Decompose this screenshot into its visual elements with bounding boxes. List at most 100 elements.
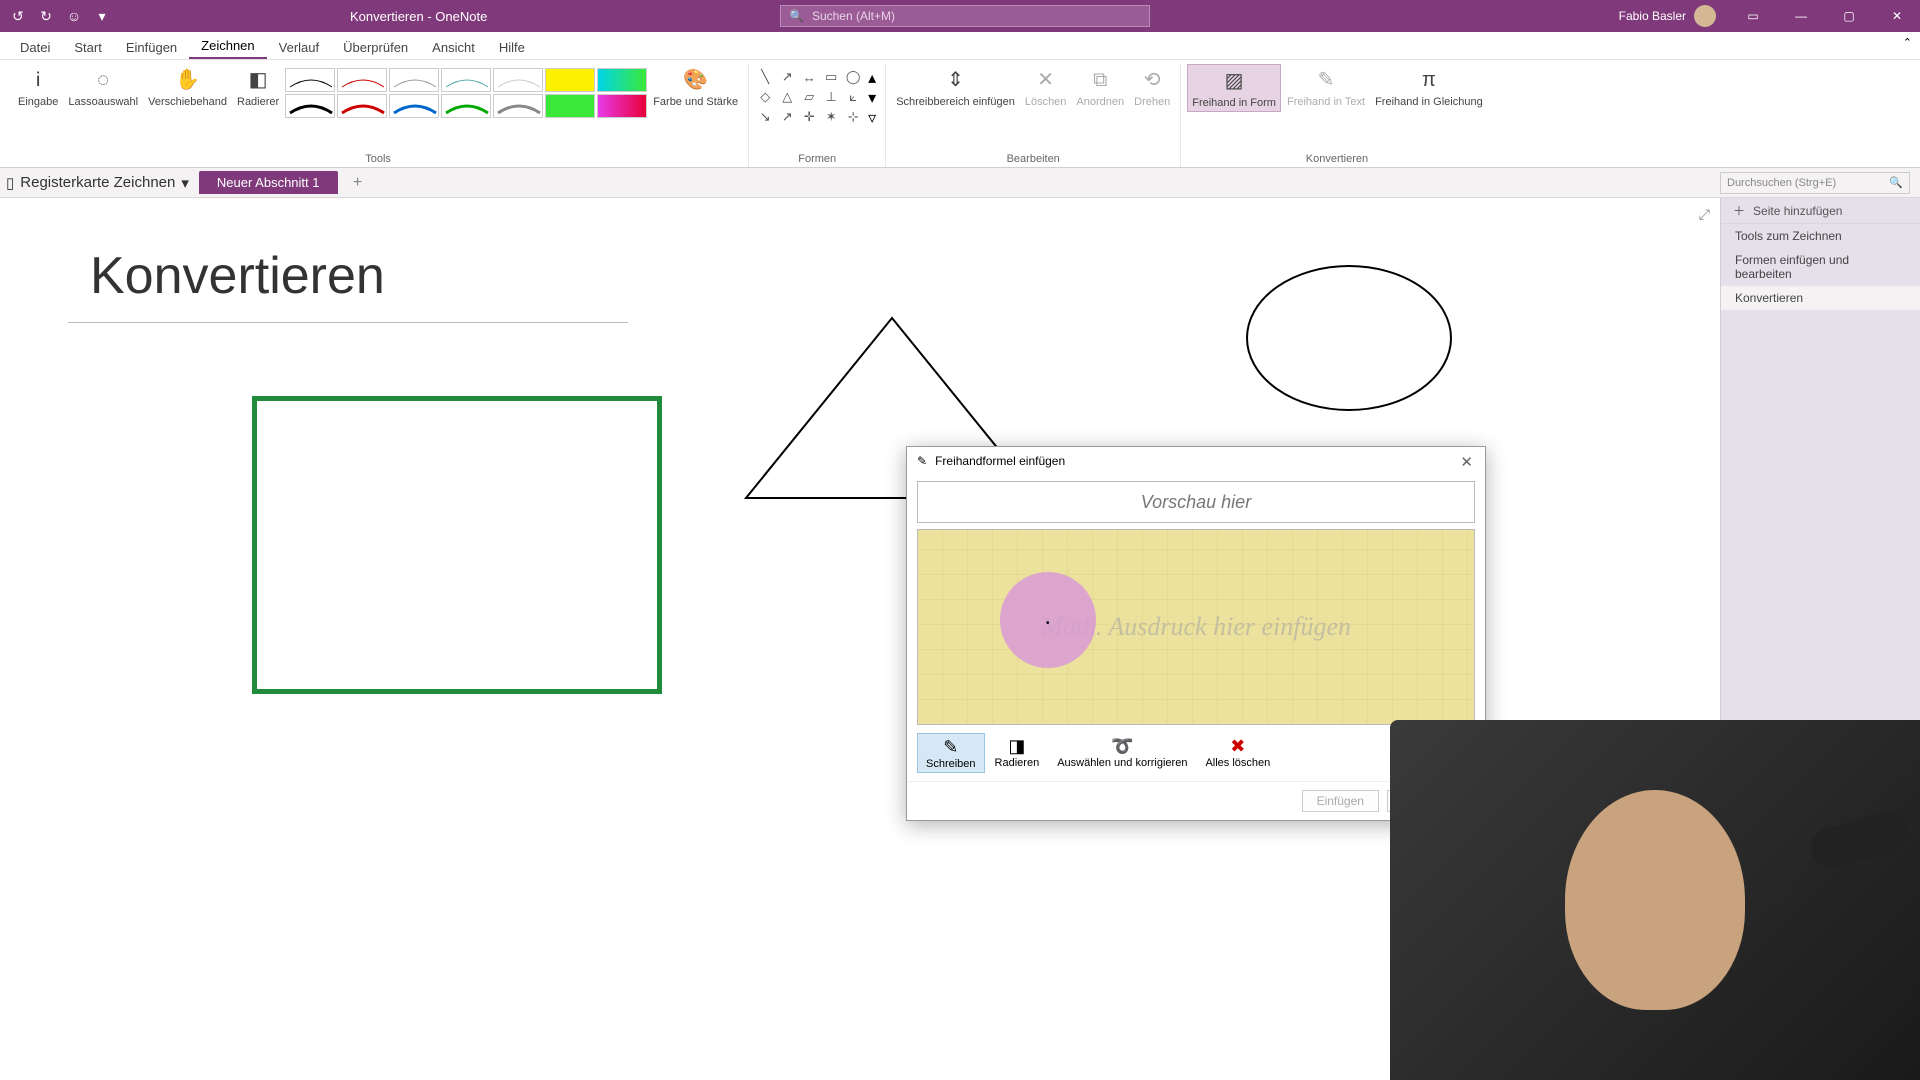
search-placeholder: Durchsuchen (Strg+E) <box>1727 177 1889 189</box>
shape-axes2d[interactable]: ⊥ <box>821 88 841 106</box>
shape-gallery[interactable]: ╲ ↗ ↔ ▭ ◯ ◇ △ ▱ ⊥ ⟀ ↘ ↗ ✛ ✶ ⊹ <box>755 64 863 126</box>
tab-hilfe[interactable]: Hilfe <box>487 36 537 59</box>
notebook-picker[interactable]: ▯ Registerkarte Zeichnen ▾ <box>6 174 189 192</box>
ink-input-area[interactable]: • Math. Ausdruck hier einfügen <box>917 529 1475 725</box>
shape-axes-x[interactable]: ↘ <box>755 108 775 126</box>
pen-teal-thin[interactable] <box>441 68 491 92</box>
search-placeholder: Suchen (Alt+M) <box>812 9 895 23</box>
fullscreen-icon[interactable]: ⤢ <box>1699 206 1710 223</box>
pan-button[interactable]: ✋Verschiebehand <box>144 64 231 110</box>
highlighter-magenta[interactable] <box>597 94 647 118</box>
select-correct-tool[interactable]: ➰Auswählen und korrigieren <box>1049 733 1195 773</box>
highlighter-yellow[interactable] <box>545 68 595 92</box>
shape-arrow[interactable]: ↗ <box>777 68 797 86</box>
green-rectangle-shape[interactable] <box>252 396 662 694</box>
tab-einfuegen[interactable]: Einfügen <box>114 36 189 59</box>
add-page-button[interactable]: ＋ Seite hinzufügen <box>1721 198 1920 224</box>
pen-gray-thick[interactable] <box>493 94 543 118</box>
back-icon[interactable]: ↺ <box>8 6 28 26</box>
insert-space-icon: ⇕ <box>942 66 970 94</box>
group-label-tools: Tools <box>365 153 391 167</box>
shape-line[interactable]: ╲ <box>755 68 775 86</box>
lasso-button[interactable]: ◌Lassoauswahl <box>64 64 142 110</box>
pen-lightgray-thin[interactable] <box>493 68 543 92</box>
close-button[interactable]: ✕ <box>1874 0 1920 32</box>
tab-datei[interactable]: Datei <box>8 36 62 59</box>
touch-mode-icon[interactable]: ☺ <box>64 6 84 26</box>
page-title[interactable]: Konvertieren <box>90 246 385 306</box>
shape-axes-xy[interactable]: ↗ <box>777 108 797 126</box>
pen-gallery[interactable] <box>285 64 647 118</box>
chevron-down-icon[interactable]: ▾ <box>868 88 876 108</box>
page-list-item[interactable]: Formen einfügen und bearbeiten <box>1721 248 1920 286</box>
undo-icon[interactable]: ↻ <box>36 6 56 26</box>
shape-double-arrow[interactable]: ↔ <box>799 68 819 86</box>
shape-axes-full[interactable]: ✛ <box>799 108 819 126</box>
eingabe-button[interactable]: ᎥEingabe <box>14 64 62 110</box>
ellipse-shape[interactable] <box>1244 263 1454 413</box>
tab-verlauf[interactable]: Verlauf <box>267 36 331 59</box>
shape-axes3d[interactable]: ⟀ <box>843 88 863 106</box>
text-cursor-icon: Ꭵ <box>24 66 52 94</box>
ink-to-math-button[interactable]: πFreihand in Gleichung <box>1371 64 1487 110</box>
user-account[interactable]: Fabio Basler <box>1619 5 1728 27</box>
group-label-edit: Bearbeiten <box>1007 153 1060 167</box>
ribbon-group-tools: ᎥEingabe ◌Lassoauswahl ✋Verschiebehand ◧… <box>8 64 749 167</box>
pen-blue-thick[interactable] <box>389 94 439 118</box>
collapse-ribbon-icon[interactable]: ⌃ <box>1903 36 1912 49</box>
add-section-button[interactable]: + <box>348 173 368 193</box>
page-list-item[interactable]: Konvertieren <box>1721 286 1920 310</box>
shape-axes-3[interactable]: ✶ <box>821 108 841 126</box>
highlighter-green[interactable] <box>545 94 595 118</box>
maximize-button[interactable]: ▢ <box>1826 0 1872 32</box>
insert-space-button[interactable]: ⇕Schreibbereich einfügen <box>892 64 1019 110</box>
write-tool[interactable]: ✎Schreiben <box>917 733 985 773</box>
shape-ellipse[interactable]: ◯ <box>843 68 863 86</box>
qat-more-icon[interactable]: ▾ <box>92 6 112 26</box>
ribbon-group-shapes: ╲ ↗ ↔ ▭ ◯ ◇ △ ▱ ⊥ ⟀ ↘ ↗ ✛ ✶ ⊹ ▴▾▿ Formen <box>749 64 886 167</box>
pen-red-thin[interactable] <box>337 68 387 92</box>
color-thickness-button[interactable]: 🎨Farbe und Stärke <box>649 64 742 110</box>
dialog-titlebar[interactable]: ✎ Freihandformel einfügen ✕ <box>907 447 1485 475</box>
tab-ansicht[interactable]: Ansicht <box>420 36 487 59</box>
ink-to-shape-button[interactable]: ▨Freihand in Form <box>1187 64 1281 112</box>
clear-all-tool[interactable]: ✖Alles löschen <box>1197 733 1278 773</box>
notebook-icon: ▯ <box>6 174 14 192</box>
erase-tool[interactable]: ◨Radieren <box>987 733 1048 773</box>
pen-red-thick[interactable] <box>337 94 387 118</box>
shape-axes-4[interactable]: ⊹ <box>843 108 863 126</box>
dialog-close-button[interactable]: ✕ <box>1454 451 1479 473</box>
more-shapes-icon[interactable]: ▿ <box>868 108 876 128</box>
shape-gallery-scroll[interactable]: ▴▾▿ <box>865 64 879 128</box>
plus-icon: ＋ <box>1733 202 1745 219</box>
pen-black-thin[interactable] <box>285 68 335 92</box>
tab-zeichnen[interactable]: Zeichnen <box>189 34 266 59</box>
preview-placeholder: Vorschau hier <box>1141 492 1251 513</box>
tab-ueberpruefen[interactable]: Überprüfen <box>331 36 420 59</box>
shape-triangle[interactable]: △ <box>777 88 797 106</box>
shape-parallelogram[interactable]: ▱ <box>799 88 819 106</box>
notebook-search[interactable]: Durchsuchen (Strg+E) 🔍 <box>1720 172 1910 194</box>
notebook-title: Registerkarte Zeichnen <box>20 174 175 191</box>
eraser-button[interactable]: ◧Radierer <box>233 64 283 110</box>
highlighter-cyan[interactable] <box>597 68 647 92</box>
pen-gray-thin[interactable] <box>389 68 439 92</box>
ribbon-tabs: Datei Start Einfügen Zeichnen Verlauf Üb… <box>0 32 1920 60</box>
page-list-item[interactable]: Tools zum Zeichnen <box>1721 224 1920 248</box>
search-box[interactable]: 🔍 Suchen (Alt+M) <box>780 5 1150 27</box>
ribbon-display-icon[interactable]: ▭ <box>1730 0 1776 32</box>
chevron-up-icon[interactable]: ▴ <box>868 68 876 88</box>
minimize-button[interactable]: — <box>1778 0 1824 32</box>
ink-text-icon: ✎ <box>1312 66 1340 94</box>
section-tab[interactable]: Neuer Abschnitt 1 <box>199 171 338 194</box>
delete-icon: ✕ <box>1032 66 1060 94</box>
pen-green-thick[interactable] <box>441 94 491 118</box>
pen-black-thick[interactable] <box>285 94 335 118</box>
shape-diamond[interactable]: ◇ <box>755 88 775 106</box>
tab-start[interactable]: Start <box>62 36 113 59</box>
search-icon: 🔍 <box>1889 176 1903 189</box>
shape-rect[interactable]: ▭ <box>821 68 841 86</box>
pi-icon: π <box>1415 66 1443 94</box>
palette-icon: 🎨 <box>682 66 710 94</box>
clear-icon: ✖ <box>1230 735 1245 757</box>
